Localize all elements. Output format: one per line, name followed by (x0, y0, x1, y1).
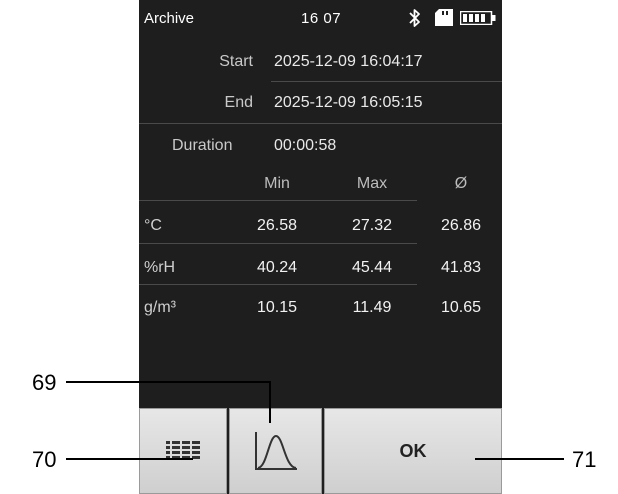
max-value: 27.32 (351, 217, 393, 234)
ok-button[interactable]: OK (324, 408, 502, 494)
min-value: 26.58 (256, 217, 298, 234)
end-row: End 2025-12-09 16:05:15 (139, 86, 502, 120)
column-header-max: Max (356, 175, 388, 192)
start-label: Start (219, 53, 253, 70)
avg-value: 10.65 (440, 299, 482, 316)
graph-view-button[interactable] (229, 408, 322, 494)
end-value: 2025-12-09 16:05:15 (274, 94, 423, 111)
status-bar: Archive 16 07 (139, 0, 502, 36)
unit-label: g/m³ (144, 299, 176, 316)
clock: 16 07 (301, 10, 342, 27)
duration-value: 00:00:58 (274, 137, 337, 154)
column-header-avg: Ø (454, 175, 468, 192)
unit-label: °C (144, 217, 162, 234)
table-row: %rH 40.24 45.44 41.83 (139, 251, 502, 285)
list-view-button[interactable] (139, 408, 227, 494)
callout-line-71 (475, 458, 564, 460)
column-header-min: Min (264, 175, 290, 192)
divider (139, 200, 417, 201)
max-value: 11.49 (352, 299, 392, 316)
start-value: 2025-12-09 16:04:17 (274, 53, 423, 70)
avg-value: 26.86 (440, 217, 482, 234)
end-label: End (224, 94, 253, 111)
duration-label: Duration (172, 137, 233, 154)
duration-row: Duration 00:00:58 (139, 129, 502, 163)
callout-line-69 (269, 381, 271, 423)
sd-card-icon (435, 9, 453, 26)
divider (139, 243, 417, 244)
table-header: Min Max Ø (139, 167, 502, 201)
callout-70: 70 (32, 447, 57, 472)
screen-title: Archive (144, 10, 195, 27)
max-value: 45.44 (351, 259, 393, 276)
min-value: 40.24 (256, 259, 298, 276)
bluetooth-icon (409, 9, 420, 27)
min-value: 10.15 (256, 299, 298, 316)
softkey-bar: OK (139, 408, 502, 494)
divider (139, 123, 502, 124)
start-row: Start 2025-12-09 16:04:17 (139, 45, 502, 79)
graph-curve-icon (254, 432, 297, 470)
unit-label: %rH (144, 259, 176, 276)
divider (271, 81, 502, 82)
callout-69: 69 (32, 370, 57, 395)
table-row: g/m³ 10.15 11.49 10.65 (139, 291, 502, 325)
ok-button-label: OK (399, 440, 427, 461)
avg-value: 41.83 (440, 259, 482, 276)
battery-icon (460, 11, 496, 25)
callout-line-70 (66, 458, 193, 460)
device-screen: Archive 16 07 Start 2025-12-09 16:04:17 … (139, 0, 502, 494)
table-row: °C 26.58 27.32 26.86 (139, 209, 502, 243)
callout-71: 71 (572, 447, 597, 472)
divider (139, 284, 417, 285)
callout-line-69 (66, 381, 271, 383)
